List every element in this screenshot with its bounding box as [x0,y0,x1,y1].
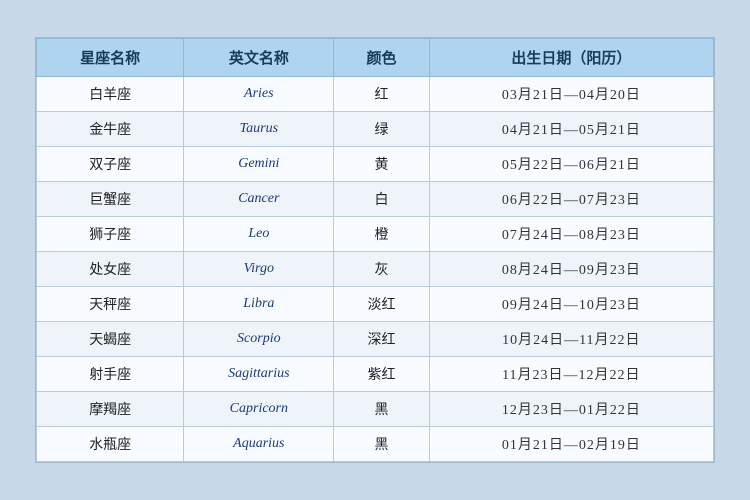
cell-chinese: 双子座 [37,147,184,182]
cell-dates: 12月23日—01月22日 [429,392,713,427]
table-row: 天蝎座Scorpio深红10月24日—11月22日 [37,322,714,357]
cell-color: 黑 [334,427,429,462]
table-row: 狮子座Leo橙07月24日—08月23日 [37,217,714,252]
table-header-row: 星座名称 英文名称 颜色 出生日期（阳历） [37,39,714,77]
cell-english: Libra [184,287,334,322]
table-row: 双子座Gemini黄05月22日—06月21日 [37,147,714,182]
cell-chinese: 摩羯座 [37,392,184,427]
cell-color: 黑 [334,392,429,427]
cell-dates: 11月23日—12月22日 [429,357,713,392]
col-header-english: 英文名称 [184,39,334,77]
cell-color: 深红 [334,322,429,357]
cell-chinese: 巨蟹座 [37,182,184,217]
cell-english: Leo [184,217,334,252]
cell-chinese: 水瓶座 [37,427,184,462]
cell-dates: 10月24日—11月22日 [429,322,713,357]
cell-english: Capricorn [184,392,334,427]
table-row: 天秤座Libra淡红09月24日—10月23日 [37,287,714,322]
table-row: 白羊座Aries红03月21日—04月20日 [37,77,714,112]
cell-color: 红 [334,77,429,112]
col-header-color: 颜色 [334,39,429,77]
cell-dates: 01月21日—02月19日 [429,427,713,462]
cell-chinese: 处女座 [37,252,184,287]
cell-color: 灰 [334,252,429,287]
cell-color: 黄 [334,147,429,182]
cell-chinese: 天秤座 [37,287,184,322]
cell-english: Aquarius [184,427,334,462]
cell-color: 紫红 [334,357,429,392]
table-body: 白羊座Aries红03月21日—04月20日金牛座Taurus绿04月21日—0… [37,77,714,462]
table-row: 处女座Virgo灰08月24日—09月23日 [37,252,714,287]
cell-english: Sagittarius [184,357,334,392]
cell-color: 绿 [334,112,429,147]
cell-english: Aries [184,77,334,112]
table-row: 摩羯座Capricorn黑12月23日—01月22日 [37,392,714,427]
table-row: 水瓶座Aquarius黑01月21日—02月19日 [37,427,714,462]
cell-color: 白 [334,182,429,217]
table-row: 射手座Sagittarius紫红11月23日—12月22日 [37,357,714,392]
cell-english: Gemini [184,147,334,182]
cell-english: Virgo [184,252,334,287]
cell-color: 淡红 [334,287,429,322]
cell-dates: 06月22日—07月23日 [429,182,713,217]
cell-dates: 03月21日—04月20日 [429,77,713,112]
cell-english: Scorpio [184,322,334,357]
cell-chinese: 金牛座 [37,112,184,147]
cell-chinese: 狮子座 [37,217,184,252]
cell-chinese: 白羊座 [37,77,184,112]
cell-dates: 09月24日—10月23日 [429,287,713,322]
col-header-dates: 出生日期（阳历） [429,39,713,77]
cell-dates: 07月24日—08月23日 [429,217,713,252]
cell-dates: 04月21日—05月21日 [429,112,713,147]
col-header-chinese: 星座名称 [37,39,184,77]
table-row: 巨蟹座Cancer白06月22日—07月23日 [37,182,714,217]
cell-dates: 05月22日—06月21日 [429,147,713,182]
zodiac-table: 星座名称 英文名称 颜色 出生日期（阳历） 白羊座Aries红03月21日—04… [36,38,714,462]
cell-color: 橙 [334,217,429,252]
cell-chinese: 射手座 [37,357,184,392]
cell-chinese: 天蝎座 [37,322,184,357]
cell-english: Taurus [184,112,334,147]
cell-dates: 08月24日—09月23日 [429,252,713,287]
table-row: 金牛座Taurus绿04月21日—05月21日 [37,112,714,147]
zodiac-table-container: 星座名称 英文名称 颜色 出生日期（阳历） 白羊座Aries红03月21日—04… [35,37,715,463]
cell-english: Cancer [184,182,334,217]
